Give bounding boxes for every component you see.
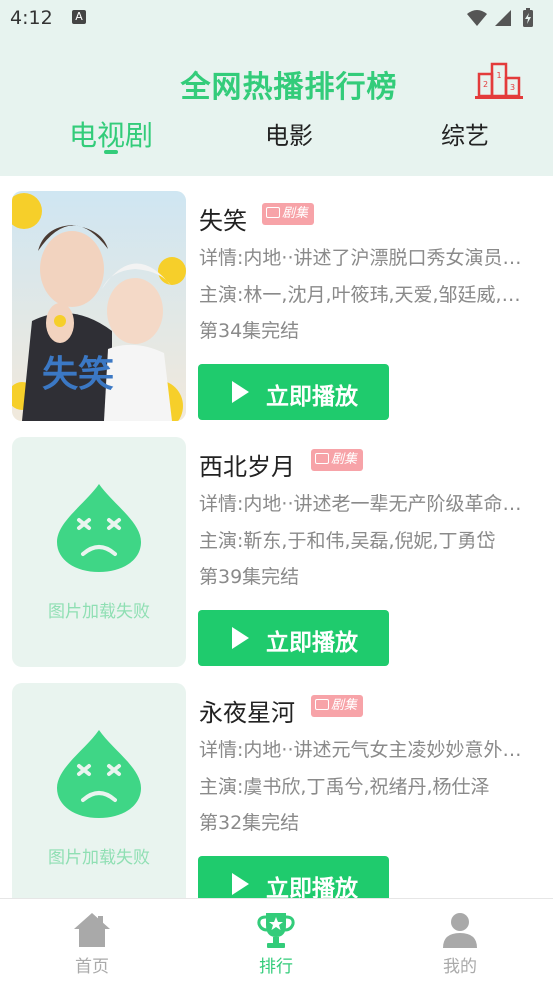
nav-home[interactable]: 首页 (0, 899, 184, 985)
status-icons (465, 8, 539, 32)
item-cast: 主演:虞书欣,丁禹兮,祝绪丹,杨仕泽 (199, 776, 490, 798)
page-title: 全网热播排行榜 (180, 70, 398, 105)
svg-text:2: 2 (483, 80, 488, 89)
list-item[interactable]: 图片加载失败 西北岁月 剧集 详情:内地··讲述老一辈无产阶级革命… 主演:靳东… (0, 422, 553, 667)
poster-failed-text: 图片加载失败 (48, 602, 150, 622)
svg-text:3: 3 (510, 83, 515, 92)
play-button[interactable]: 立即播放 (198, 610, 389, 666)
series-badge: 剧集 (262, 203, 315, 225)
status-notification-icon: A (72, 10, 86, 24)
load-failed-icon (57, 730, 141, 818)
play-button[interactable]: 立即播放 (198, 856, 389, 898)
series-badge: 剧集 (311, 695, 364, 717)
svg-text:1: 1 (496, 71, 501, 80)
tv-icon (315, 699, 329, 710)
trophy-icon (257, 913, 295, 948)
item-detail: 详情:内地··讲述老一辈无产阶级革命… (199, 493, 522, 515)
load-failed-icon (57, 484, 141, 572)
poster-placeholder[interactable]: 图片加载失败 (12, 683, 186, 898)
nav-profile[interactable]: 我的 (368, 899, 552, 985)
poster-image[interactable]: 失笑 (12, 191, 186, 421)
tv-icon (266, 207, 280, 218)
home-icon (74, 913, 110, 947)
nav-ranking[interactable]: 排行 (184, 899, 368, 985)
item-status: 第32集完结 (199, 812, 300, 834)
item-title[interactable]: 西北岁月 (199, 447, 295, 482)
series-badge: 剧集 (311, 449, 364, 471)
item-detail: 详情:内地··讲述了沪漂脱口秀女演员… (199, 247, 522, 269)
item-detail: 详情:内地··讲述元气女主凌妙妙意外… (199, 739, 522, 761)
bottom-nav: 首页 排行 我的 (0, 898, 553, 985)
play-button[interactable]: 立即播放 (198, 364, 389, 420)
poster-title-text: 失笑 (42, 353, 114, 395)
list-item[interactable]: 失笑 失笑 剧集 详情:内地··讲述了沪漂脱口秀女演员… 主演:林一,沈月,叶筱… (0, 176, 553, 421)
ranking-list: 失笑 失笑 剧集 详情:内地··讲述了沪漂脱口秀女演员… 主演:林一,沈月,叶筱… (0, 176, 553, 898)
item-cast: 主演:靳东,于和伟,吴磊,倪妮,丁勇岱 (199, 530, 496, 552)
tab-indicator (104, 150, 118, 154)
play-icon (232, 381, 249, 403)
tv-icon (315, 453, 329, 464)
poster-failed-text: 图片加载失败 (48, 848, 150, 868)
tab-tv-series[interactable]: 电视剧 (69, 114, 153, 154)
item-status: 第39集完结 (199, 566, 300, 588)
status-bar: 4:12 A (0, 0, 553, 36)
poster-placeholder[interactable]: 图片加载失败 (12, 437, 186, 667)
header: 全网热播排行榜 1 2 3 电视剧 电影 综艺 (0, 36, 553, 176)
item-cast: 主演:林一,沈月,叶筱玮,天爱,邹廷威,… (199, 284, 521, 306)
tab-movies[interactable]: 电影 (265, 116, 313, 151)
play-icon (232, 873, 249, 895)
item-status: 第34集完结 (199, 320, 300, 342)
user-icon (443, 913, 477, 948)
podium-icon[interactable]: 1 2 3 (475, 58, 523, 106)
play-icon (232, 627, 249, 649)
item-title[interactable]: 失笑 (199, 201, 247, 236)
wifi-signal-battery-icon (467, 8, 533, 27)
tab-variety[interactable]: 综艺 (441, 116, 489, 151)
item-title[interactable]: 永夜星河 (199, 693, 295, 728)
status-time: 4:12 (10, 7, 53, 29)
list-item[interactable]: 图片加载失败 永夜星河 剧集 详情:内地··讲述元气女主凌妙妙意外… 主演:虞书… (0, 668, 553, 898)
